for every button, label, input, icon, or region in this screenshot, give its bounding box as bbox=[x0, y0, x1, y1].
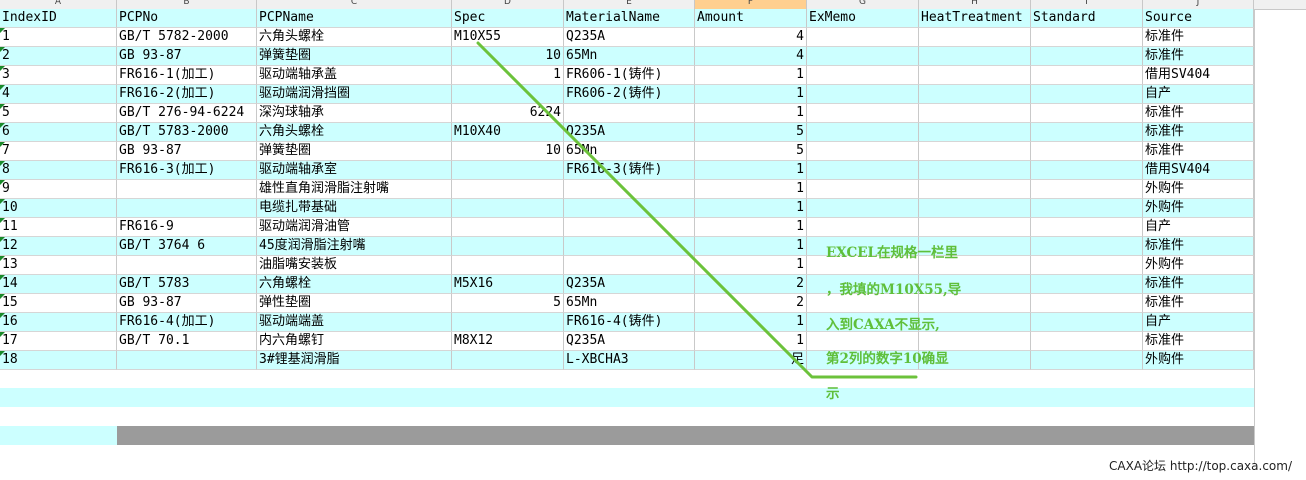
forum-watermark: CAXA论坛 http://top.caxa.com/ bbox=[1109, 459, 1292, 473]
note-line: 示 bbox=[826, 386, 840, 402]
note-line: 入到CAXA不显示, bbox=[826, 317, 940, 333]
note-line: 第2列的数字10确显 bbox=[826, 351, 949, 367]
note-line: EXCEL在规格一栏里 bbox=[826, 245, 959, 261]
note-line: ，我填的M10X55,导 bbox=[826, 282, 962, 298]
annotation-arrow bbox=[476, 41, 918, 379]
